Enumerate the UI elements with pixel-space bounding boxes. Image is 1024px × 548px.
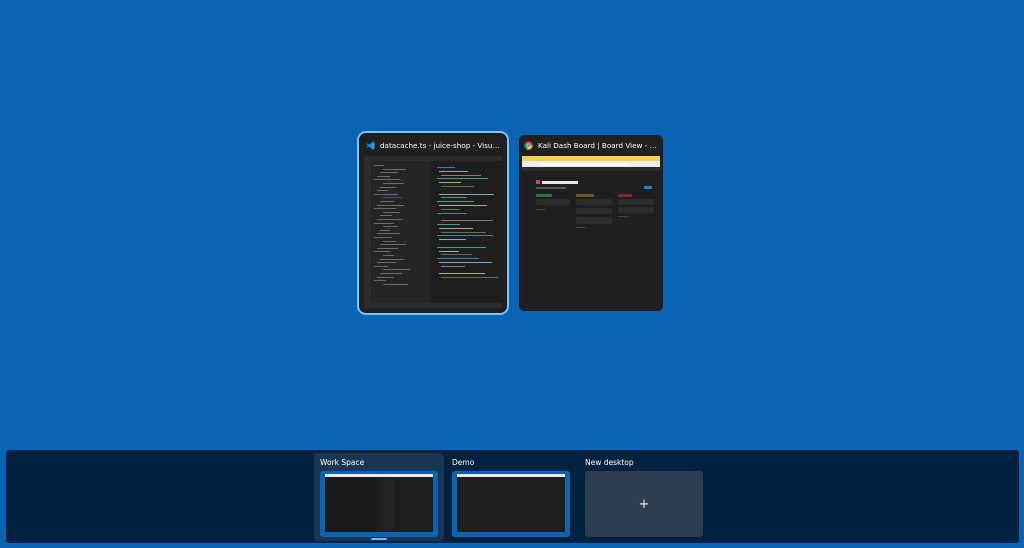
explorer-line bbox=[383, 240, 396, 242]
code-line bbox=[439, 182, 461, 184]
desktop-work-space[interactable]: Work Space bbox=[314, 453, 444, 541]
explorer-line bbox=[377, 175, 390, 177]
explorer-line bbox=[380, 258, 404, 260]
code-line bbox=[441, 186, 474, 187]
explorer-line bbox=[374, 179, 400, 181]
explorer-line bbox=[377, 233, 400, 235]
explorer-line bbox=[383, 255, 394, 256]
desktop-label: Work Space bbox=[320, 458, 365, 467]
virtual-desktops-bar: Work Space Demo New desktop + bbox=[6, 450, 1019, 543]
explorer-line bbox=[383, 283, 408, 285]
window-thumbnail-vscode[interactable]: datacache.ts - juice-shop - Visual Studi… bbox=[361, 135, 505, 311]
code-line bbox=[441, 174, 481, 176]
code-line bbox=[439, 205, 487, 206]
explorer-line bbox=[380, 229, 390, 231]
explorer-line bbox=[380, 186, 396, 188]
vscode-icon bbox=[366, 140, 375, 150]
code-line bbox=[441, 197, 467, 199]
explorer-line bbox=[377, 247, 398, 249]
chrome-icon bbox=[524, 140, 533, 150]
code-line bbox=[441, 220, 493, 222]
explorer-line bbox=[380, 273, 402, 274]
explorer-line bbox=[377, 204, 404, 206]
code-line bbox=[441, 208, 460, 210]
explorer-line bbox=[383, 168, 406, 170]
plus-icon: + bbox=[638, 496, 650, 512]
explorer-line bbox=[383, 211, 400, 213]
code-line bbox=[441, 265, 465, 267]
code-line bbox=[437, 258, 479, 260]
code-line bbox=[437, 246, 486, 248]
explorer-line bbox=[377, 219, 402, 220]
code-line bbox=[437, 201, 474, 203]
explorer-line bbox=[374, 280, 386, 282]
desktop-demo[interactable]: Demo bbox=[446, 453, 576, 541]
code-line bbox=[437, 235, 493, 237]
code-line bbox=[437, 167, 455, 168]
explorer-line bbox=[374, 265, 388, 267]
code-line bbox=[439, 262, 492, 263]
window-title-bar: Kali Dash Board | Board View - Google... bbox=[519, 135, 663, 155]
new-desktop-label: New desktop bbox=[585, 458, 634, 467]
chrome-preview bbox=[522, 156, 660, 308]
window-title: Kali Dash Board | Board View - Google... bbox=[538, 140, 658, 150]
explorer-line bbox=[383, 197, 402, 199]
explorer-line bbox=[380, 244, 406, 246]
explorer-line bbox=[374, 193, 398, 195]
desktop-preview[interactable] bbox=[452, 471, 570, 537]
code-line bbox=[439, 193, 494, 195]
code-line bbox=[441, 277, 498, 279]
explorer-line bbox=[374, 251, 390, 253]
new-desktop-button[interactable]: + bbox=[585, 471, 703, 537]
vscode-preview bbox=[364, 156, 502, 308]
code-line bbox=[439, 227, 473, 229]
explorer-line bbox=[374, 165, 384, 166]
explorer-line bbox=[380, 172, 398, 174]
code-line bbox=[437, 212, 467, 214]
code-line bbox=[437, 224, 460, 225]
explorer-line bbox=[374, 222, 394, 224]
explorer-line bbox=[380, 201, 394, 202]
code-line bbox=[441, 231, 486, 233]
explorer-line bbox=[377, 190, 388, 192]
explorer-line bbox=[374, 208, 396, 210]
code-line bbox=[439, 250, 459, 252]
window-title: datacache.ts - juice-shop - Visual Studi… bbox=[380, 140, 500, 150]
window-title-bar: datacache.ts - juice-shop - Visual Studi… bbox=[361, 135, 505, 155]
explorer-line bbox=[377, 262, 396, 264]
code-line bbox=[437, 178, 488, 180]
desktop-new[interactable]: New desktop + bbox=[579, 453, 709, 541]
code-line bbox=[439, 273, 485, 275]
code-line bbox=[439, 170, 468, 172]
desktop-label: Demo bbox=[452, 458, 475, 467]
explorer-line bbox=[383, 183, 404, 184]
code-line bbox=[441, 254, 472, 256]
desktop-preview[interactable] bbox=[320, 471, 438, 537]
explorer-line bbox=[383, 226, 398, 228]
explorer-line bbox=[374, 237, 392, 238]
explorer-line bbox=[380, 215, 392, 217]
active-desktop-indicator bbox=[371, 538, 387, 540]
window-thumbnail-chrome[interactable]: Kali Dash Board | Board View - Google... bbox=[519, 135, 663, 311]
explorer-line bbox=[377, 276, 394, 278]
explorer-line bbox=[383, 269, 410, 271]
code-line bbox=[439, 239, 466, 241]
